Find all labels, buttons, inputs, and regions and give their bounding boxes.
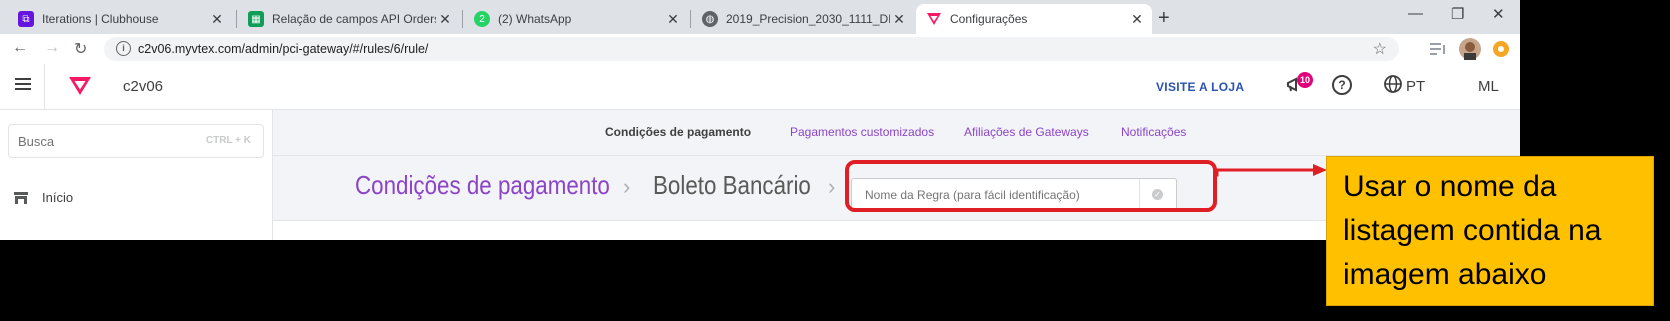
sidebar: Busca CTRL + K Início <box>0 110 273 240</box>
user-menu[interactable]: ML <box>1478 78 1499 95</box>
close-tab-icon[interactable]: ✕ <box>208 11 226 28</box>
sidebar-item-inicio[interactable]: Início <box>14 190 73 205</box>
tab-title: Relação de campos API Orders (C <box>272 12 436 26</box>
restore-icon[interactable]: ❐ <box>1451 5 1464 23</box>
annotation-callout: Usar o nome da listagem contida na image… <box>1326 156 1654 306</box>
vtex-logo[interactable] <box>68 76 92 96</box>
browser-tab-clubhouse[interactable]: ⧉ Iterations | Clubhouse ✕ <box>8 4 232 34</box>
tab-notificacoes[interactable]: Notificações <box>1121 125 1186 139</box>
close-tab-icon[interactable]: ✕ <box>890 11 908 28</box>
notifications-badge: 10 <box>1297 72 1313 88</box>
minimize-icon[interactable]: — <box>1408 5 1423 22</box>
bookmark-star-icon[interactable]: ☆ <box>1373 39 1387 59</box>
tab-pagamentos-customizados[interactable]: Pagamentos customizados <box>790 125 934 139</box>
whatsapp-icon: 2 <box>474 11 490 27</box>
browser-tab-configuracoes[interactable]: Configurações ✕ <box>916 4 1152 34</box>
globe-icon: ◍ <box>702 11 718 27</box>
globe-icon[interactable] <box>1384 75 1402 93</box>
browser-window: ⧉ Iterations | Clubhouse ✕ ▦ Relação de … <box>0 0 1520 240</box>
close-window-icon[interactable]: ✕ <box>1492 5 1505 23</box>
store-icon <box>14 191 28 204</box>
search-shortcut-hint: CTRL + K <box>205 135 251 146</box>
language-selector[interactable]: PT <box>1406 78 1425 95</box>
browser-tab-precision[interactable]: ◍ 2019_Precision_2030_1111_DIGIT ✕ <box>692 4 914 34</box>
tab-afiliacoes-de-gateways[interactable]: Afiliações de Gateways <box>964 125 1089 139</box>
tab-strip: ⧉ Iterations | Clubhouse ✕ ▦ Relação de … <box>0 0 1520 34</box>
annotation-text: Usar o nome da listagem contida na image… <box>1343 170 1602 291</box>
tab-title: 2019_Precision_2030_1111_DIGIT <box>726 12 890 26</box>
content-tabs: Condições de pagamento Pagamentos custom… <box>273 110 1520 156</box>
tab-title: Configurações <box>950 12 1028 26</box>
reading-list-icon[interactable] <box>1430 42 1448 56</box>
reload-icon[interactable]: ↻ <box>74 39 87 59</box>
app-header: c2v06 VISITE A LOJA 10 ? PT ML <box>0 64 1520 110</box>
new-tab-button[interactable]: + <box>1158 7 1170 30</box>
sidebar-search-input[interactable]: Busca CTRL + K <box>8 124 264 158</box>
profile-avatar[interactable] <box>1459 38 1481 60</box>
account-name: c2v06 <box>123 78 164 95</box>
search-placeholder: Busca <box>18 134 55 149</box>
breadcrumb-boleto: Boleto Bancário <box>653 170 811 200</box>
annotation-highlight-box <box>845 160 1217 212</box>
forward-icon[interactable]: → <box>44 39 60 57</box>
url-field[interactable]: i c2v06.myvtex.com/admin/pci-gateway/#/r… <box>104 37 1399 61</box>
address-bar: ← → ↻ i c2v06.myvtex.com/admin/pci-gatew… <box>0 34 1520 65</box>
browser-tab-sheets[interactable]: ▦ Relação de campos API Orders (C ✕ <box>238 4 460 34</box>
clubhouse-icon: ⧉ <box>18 11 34 27</box>
breadcrumb-condicoes[interactable]: Condições de pagamento <box>355 170 610 201</box>
url-text: c2v06.myvtex.com/admin/pci-gateway/#/rul… <box>138 42 429 56</box>
back-icon[interactable]: ← <box>12 39 28 57</box>
close-tab-icon[interactable]: ✕ <box>436 11 454 28</box>
sheets-icon: ▦ <box>248 11 264 27</box>
vtex-icon <box>926 11 942 27</box>
site-info-icon[interactable]: i <box>116 41 131 56</box>
help-icon[interactable]: ? <box>1332 75 1352 95</box>
browser-tab-whatsapp[interactable]: 2 (2) WhatsApp ✕ <box>464 4 688 34</box>
annotation-arrow-icon <box>1215 164 1327 177</box>
visit-store-link[interactable]: VISITE A LOJA <box>1156 80 1244 94</box>
chevron-right-icon: › <box>623 174 631 199</box>
tab-title: (2) WhatsApp <box>498 12 572 26</box>
close-tab-icon[interactable]: ✕ <box>1128 11 1146 28</box>
sidebar-item-label: Início <box>42 190 74 205</box>
tab-condicoes-de-pagamento[interactable]: Condições de pagamento <box>605 125 751 139</box>
tab-title: Iterations | Clubhouse <box>42 12 159 26</box>
extension-icon[interactable] <box>1493 41 1509 57</box>
close-tab-icon[interactable]: ✕ <box>664 11 682 28</box>
chevron-right-icon: › <box>828 174 836 199</box>
menu-icon[interactable] <box>15 78 31 90</box>
